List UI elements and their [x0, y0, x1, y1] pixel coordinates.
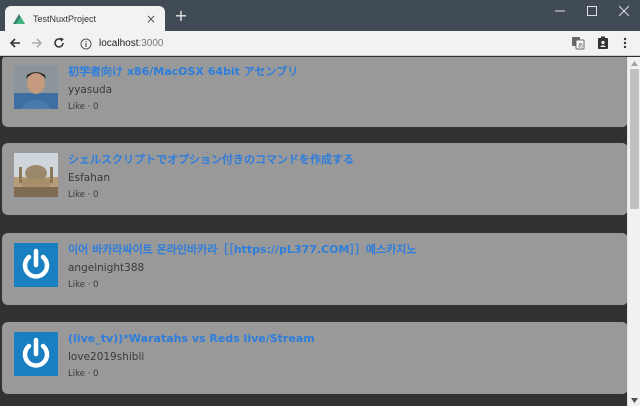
info-icon[interactable]	[80, 38, 92, 50]
scroll-up-button[interactable]	[628, 57, 640, 69]
browser-menu-button[interactable]	[617, 35, 633, 51]
post-like-count[interactable]: Like · 0	[68, 190, 618, 201]
author-avatar[interactable]	[14, 153, 58, 197]
post-author: yyasuda	[68, 84, 113, 96]
translate-icon: あ	[572, 37, 585, 50]
close-icon	[619, 6, 629, 16]
maximize-icon	[587, 6, 597, 16]
minimize-button[interactable]	[544, 0, 576, 22]
browser-toolbar: localhost:3000 あ	[0, 31, 640, 56]
new-tab-button[interactable]: +	[173, 8, 189, 24]
post-title-link[interactable]: (live_tv))*Waratahs vs Reds live/Stream	[68, 332, 618, 346]
post-author: angelnight388	[68, 262, 145, 274]
post-body: (live_tv))*Waratahs vs Reds live/Stream …	[68, 332, 618, 380]
tab-title: TestNuxtProject	[33, 13, 97, 24]
author-avatar[interactable]	[14, 332, 58, 376]
url-host: localhost	[99, 38, 139, 49]
close-window-button[interactable]	[608, 0, 640, 22]
power-icon	[14, 243, 58, 287]
kebab-menu-icon	[623, 37, 627, 49]
maximize-button[interactable]	[576, 0, 608, 22]
back-button[interactable]	[6, 34, 24, 52]
page-viewport: 初学者向け x86/MacOSX 64bit アセンブリ yyasuda Lik…	[0, 57, 627, 406]
url-text: localhost:3000	[99, 38, 164, 49]
nuxt-logo-icon	[13, 13, 25, 24]
post-body: シェルスクリプトでオプション付きのコマンドを作成する Esfahan Like …	[68, 153, 618, 201]
translate-button[interactable]: あ	[570, 35, 586, 51]
back-arrow-icon	[9, 38, 20, 48]
reload-icon	[54, 37, 64, 48]
forward-arrow-icon	[32, 38, 43, 48]
post-author: Esfahan	[68, 172, 110, 184]
forward-button[interactable]	[28, 34, 46, 52]
extension-button[interactable]	[595, 35, 611, 51]
url-port: :3000	[138, 38, 164, 49]
post-card[interactable]: シェルスクリプトでオプション付きのコマンドを作成する Esfahan Like …	[2, 143, 627, 215]
post-body: 初学者向け x86/MacOSX 64bit アセンブリ yyasuda Lik…	[68, 65, 618, 113]
mosque-photo-icon	[14, 153, 58, 197]
post-like-count[interactable]: Like · 0	[68, 280, 618, 291]
address-bar[interactable]: localhost:3000	[74, 33, 562, 54]
post-like-count[interactable]: Like · 0	[68, 369, 618, 380]
clipboard-person-icon	[598, 36, 608, 49]
post-title-link[interactable]: 이어 바카라싸이트 온라인바카라［［https://pL377.COM］］예스카…	[68, 243, 618, 257]
svg-text:あ: あ	[578, 43, 584, 50]
post-like-count[interactable]: Like · 0	[68, 102, 618, 113]
post-card[interactable]: 이어 바카라싸이트 온라인바카라［［https://pL377.COM］］예스카…	[2, 233, 627, 305]
scroll-down-button[interactable]	[628, 394, 640, 406]
scroll-down-arrow-icon	[631, 397, 638, 403]
close-tab-icon[interactable]: ×	[145, 13, 157, 25]
scroll-up-arrow-icon	[631, 60, 638, 66]
power-icon	[14, 332, 58, 376]
minimize-icon	[555, 10, 565, 12]
post-author: love2019shibli	[68, 351, 145, 363]
post-title-link[interactable]: シェルスクリプトでオプション付きのコマンドを作成する	[68, 153, 618, 167]
browser-tab[interactable]: TestNuxtProject ×	[5, 6, 165, 31]
vertical-scrollbar[interactable]	[627, 57, 640, 406]
author-avatar[interactable]	[14, 243, 58, 287]
scrollbar-thumb[interactable]	[630, 69, 639, 209]
post-title-link[interactable]: 初学者向け x86/MacOSX 64bit アセンブリ	[68, 65, 618, 79]
user-photo-icon	[14, 65, 58, 109]
post-card[interactable]: 初学者向け x86/MacOSX 64bit アセンブリ yyasuda Lik…	[2, 57, 627, 127]
tab-strip: TestNuxtProject × +	[0, 0, 640, 31]
author-avatar[interactable]	[14, 65, 58, 109]
post-body: 이어 바카라싸이트 온라인바카라［［https://pL377.COM］］예스카…	[68, 243, 618, 291]
reload-button[interactable]	[50, 34, 68, 52]
post-card[interactable]: (live_tv))*Waratahs vs Reds live/Stream …	[2, 322, 627, 394]
